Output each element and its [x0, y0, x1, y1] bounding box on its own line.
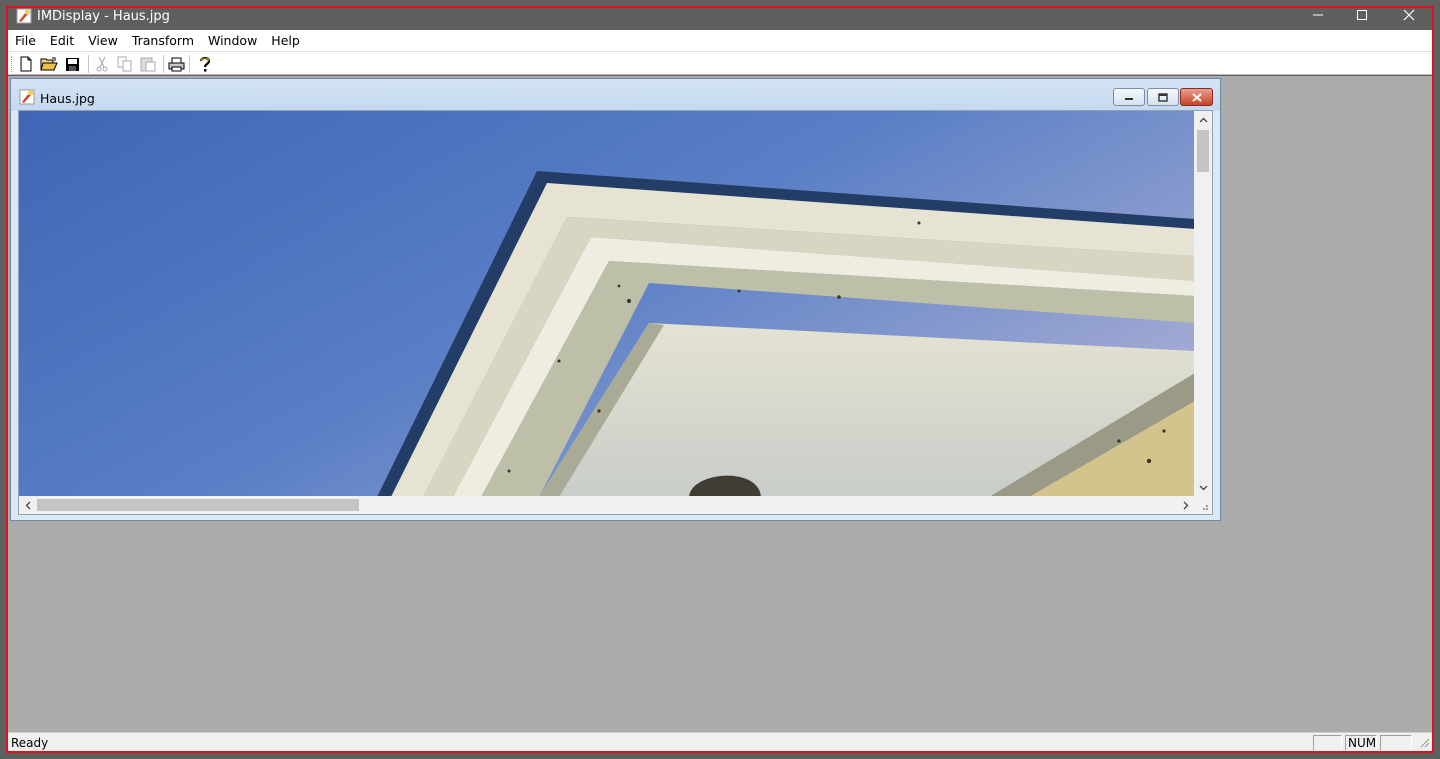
maximize-icon [1357, 10, 1367, 20]
cut-icon [96, 56, 108, 72]
child-titlebar[interactable]: Haus.jpg [11, 79, 1220, 111]
menu-view[interactable]: View [81, 30, 125, 51]
app-titlebar[interactable]: IMDisplay - Haus.jpg [8, 8, 1432, 30]
help-button[interactable] [195, 54, 215, 74]
horizontal-scrollbar[interactable] [19, 496, 1195, 514]
toolbar [8, 51, 1432, 75]
close-button[interactable] [1386, 0, 1432, 30]
close-icon [1403, 9, 1415, 21]
imdisplay-app-window: IMDisplay - Haus.jpg File Edit View Tran… [0, 0, 1440, 759]
print-icon [168, 57, 184, 71]
help-icon [199, 56, 211, 72]
status-panel-caps [1313, 735, 1342, 751]
menu-transform[interactable]: Transform [125, 30, 201, 51]
scroll-up-arrow-icon[interactable] [1194, 111, 1212, 129]
size-grip-icon[interactable] [1194, 496, 1212, 514]
copy-button[interactable] [115, 54, 135, 74]
scroll-down-arrow-icon[interactable] [1194, 479, 1212, 497]
minimize-button[interactable] [1295, 0, 1341, 30]
print-button[interactable] [166, 54, 186, 74]
app-title: IMDisplay - Haus.jpg [37, 9, 170, 24]
paste-button[interactable] [138, 54, 158, 74]
scroll-left-arrow-icon[interactable] [19, 496, 37, 514]
imdisplay-icon [16, 8, 32, 24]
child-restore-button[interactable] [1147, 88, 1179, 106]
menu-window[interactable]: Window [201, 30, 264, 51]
maximize-button[interactable] [1339, 0, 1385, 30]
save-button[interactable] [62, 54, 82, 74]
child-title: Haus.jpg [40, 91, 95, 106]
open-button[interactable] [39, 54, 59, 74]
toolbar-separator [163, 55, 164, 73]
copy-icon [117, 56, 132, 72]
new-icon [20, 56, 32, 72]
imdisplay-icon [19, 89, 35, 105]
image-child-window: Haus.jpg [10, 78, 1221, 521]
vertical-scrollbar[interactable] [1194, 111, 1212, 497]
vertical-scroll-thumb[interactable] [1197, 130, 1209, 172]
save-icon [65, 57, 79, 71]
horizontal-scroll-thumb[interactable] [37, 499, 359, 511]
menu-file[interactable]: File [8, 30, 43, 51]
toolbar-separator [88, 55, 89, 73]
mdi-workspace[interactable]: Haus.jpg [8, 76, 1432, 732]
toolbar-separator [189, 55, 190, 73]
status-panel-scroll [1380, 735, 1412, 751]
menubar: File Edit View Transform Window Help [8, 30, 1432, 51]
child-close-button[interactable] [1180, 88, 1213, 106]
child-minimize-button[interactable] [1113, 88, 1145, 106]
paste-icon [140, 57, 156, 72]
size-grip-icon[interactable] [1418, 736, 1430, 751]
statusbar: Ready NUM [8, 732, 1432, 751]
scroll-right-arrow-icon[interactable] [1177, 496, 1195, 514]
house-roof-photo [19, 111, 1195, 497]
status-text: Ready [11, 736, 49, 750]
image-view[interactable] [18, 110, 1213, 515]
cut-button[interactable] [92, 54, 112, 74]
open-icon [40, 57, 58, 71]
status-panel-num: NUM [1345, 735, 1377, 751]
close-icon [1191, 92, 1202, 102]
minimize-icon [1125, 98, 1133, 100]
toolbar-grip[interactable] [11, 56, 13, 72]
menu-edit[interactable]: Edit [43, 30, 81, 51]
minimize-icon [1313, 14, 1323, 16]
new-button[interactable] [16, 54, 36, 74]
menu-help[interactable]: Help [264, 30, 307, 51]
restore-icon [1158, 92, 1168, 102]
